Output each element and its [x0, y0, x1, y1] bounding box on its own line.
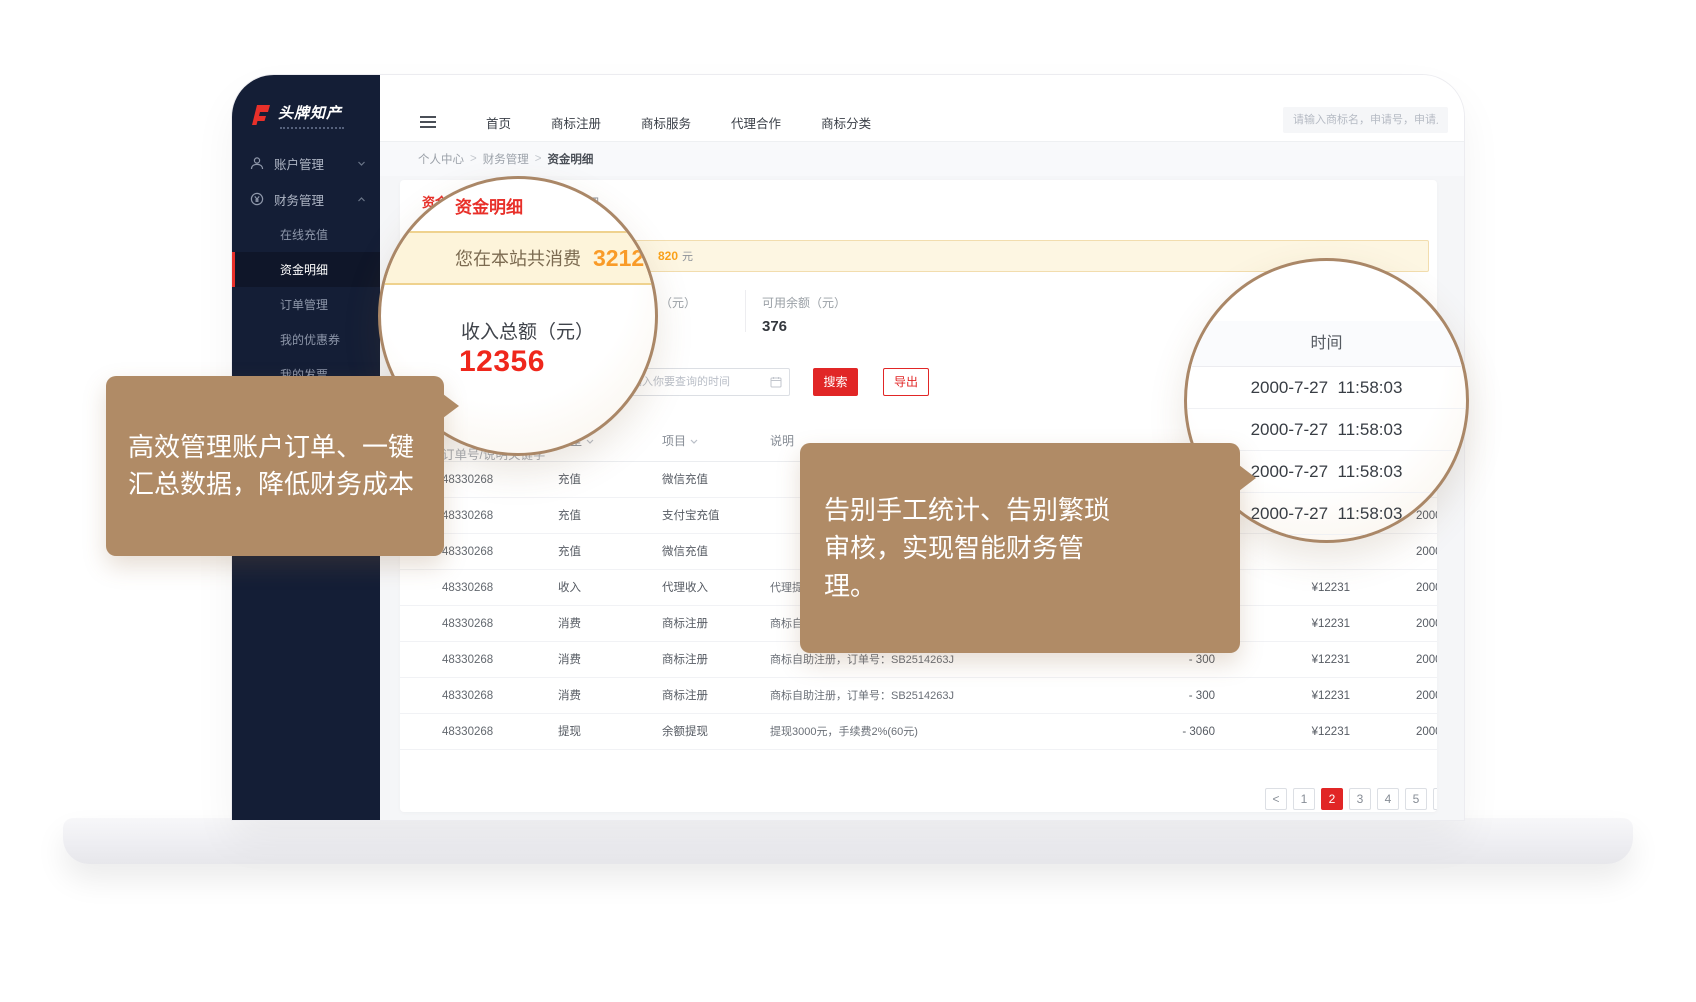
page-background: 头牌知产 账户管理 财务管理 在线充值 资金明细 — [0, 0, 1696, 1002]
banner-unit: 元 — [682, 251, 693, 263]
callout-left-arrow — [443, 394, 459, 418]
stat-divider — [745, 290, 746, 332]
pagination: < 1 2 3 4 5 > — [1265, 788, 1437, 810]
callout-left-text: 高效管理账户订单、一键 汇总数据，降低财务成本 — [128, 432, 414, 499]
pagination-page-1[interactable]: 1 — [1293, 788, 1315, 810]
finance-icon — [250, 192, 264, 206]
hamburger-menu-icon[interactable] — [420, 116, 436, 128]
callout-right: 告别手工统计、告别繁琐 审核，实现智能财务管 理。 — [800, 443, 1240, 653]
sidebar-item-coupons[interactable]: 我的优惠券 — [232, 322, 380, 357]
breadcrumb: 个人中心 > 财务管理 > 资金明细 — [380, 142, 1464, 176]
pagination-page-2-active[interactable]: 2 — [1321, 788, 1343, 810]
table-row: 48330268提现余额提现提现3000元，手续费2%(60元)- 3060¥1… — [400, 714, 1437, 750]
magnified-consumption-banner: 您在本站共消费 32124 — [378, 231, 658, 285]
magnified-time-row: 2000-7-27 11:58:03 — [1187, 367, 1466, 409]
magnified-income-value: 12356 — [459, 345, 545, 379]
callout-right-arrow — [1239, 465, 1256, 491]
laptop-base — [63, 818, 1633, 864]
user-icon — [250, 156, 264, 170]
sidebar-item-label: 账户管理 — [274, 154, 324, 173]
chevron-up-icon — [357, 195, 366, 204]
export-button[interactable]: 导出 — [883, 368, 929, 396]
balance-label: 可用余额（元） — [762, 294, 846, 311]
pagination-next-button[interactable]: > — [1433, 788, 1437, 810]
stat-partial-label: （元） — [660, 294, 696, 311]
chevron-down-icon — [357, 159, 366, 168]
sidebar-item-fund-details[interactable]: 资金明细 — [232, 252, 380, 287]
sidebar-item-finance[interactable]: 财务管理 — [232, 181, 380, 217]
sidebar-item-order-management[interactable]: 订单管理 — [232, 287, 380, 322]
pagination-page-4[interactable]: 4 — [1377, 788, 1399, 810]
magnified-tab-label: 资金明细 — [455, 193, 523, 218]
sidebar-item-account[interactable]: 账户管理 — [232, 145, 380, 181]
breadcrumb-current: 资金明细 — [547, 151, 593, 167]
app-logo[interactable]: 头牌知产 — [248, 103, 342, 127]
chevron-down-icon — [586, 439, 594, 444]
topbar: 首页 商标注册 商标服务 代理合作 商标分类 — [380, 75, 1464, 142]
callout-left: 高效管理账户订单、一键 汇总数据，降低财务成本 — [106, 376, 444, 556]
sidebar-item-label: 财务管理 — [274, 190, 324, 209]
pagination-page-5[interactable]: 5 — [1405, 788, 1427, 810]
column-header-project[interactable]: 项目 — [662, 432, 698, 449]
magnified-time-header: 时间 — [1187, 321, 1466, 367]
nav-agent-cooperation[interactable]: 代理合作 — [731, 113, 781, 132]
search-input[interactable] — [1283, 107, 1448, 133]
nav-home[interactable]: 首页 — [486, 113, 511, 132]
balance-value: 376 — [762, 318, 787, 335]
column-header-desc: 说明 — [770, 432, 794, 449]
top-navigation: 首页 商标注册 商标服务 代理合作 商标分类 — [486, 113, 871, 132]
breadcrumb-finance[interactable]: 财务管理 — [483, 151, 529, 167]
pagination-prev-button[interactable]: < — [1265, 788, 1287, 810]
banner-amount-rest: 820 — [658, 249, 678, 263]
logo-flag-icon — [248, 103, 272, 127]
logo-text: 头牌知产 — [278, 103, 342, 125]
magnified-income-label: 收入总额（元） — [461, 317, 594, 344]
callout-right-text: 告别手工统计、告别繁琐 审核，实现智能财务管 理。 — [824, 495, 1110, 601]
nav-trademark-services[interactable]: 商标服务 — [641, 113, 691, 132]
table-row: 48330268消费商标注册商标自助注册，订单号：SB2514263J- 300… — [400, 678, 1437, 714]
logo-subtext — [280, 127, 344, 129]
chevron-down-icon — [690, 439, 698, 444]
nav-trademark-registration[interactable]: 商标注册 — [551, 113, 601, 132]
nav-trademark-classification[interactable]: 商标分类 — [821, 113, 871, 132]
calendar-icon[interactable] — [770, 376, 782, 388]
search-button[interactable]: 搜索 — [813, 368, 858, 396]
breadcrumb-personal-center[interactable]: 个人中心 — [418, 151, 464, 167]
sidebar-item-online-recharge[interactable]: 在线充值 — [232, 217, 380, 252]
pagination-page-3[interactable]: 3 — [1349, 788, 1371, 810]
